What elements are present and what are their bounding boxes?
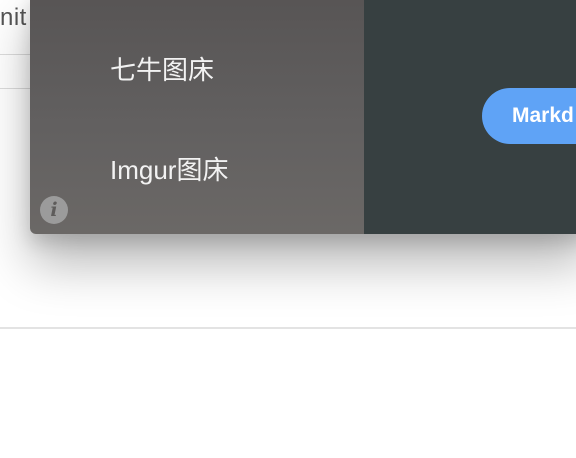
markdown-button[interactable]: Markd bbox=[482, 88, 576, 144]
sidebar-item-imgur[interactable]: Imgur图床 bbox=[110, 150, 228, 187]
image-host-settings-dialog: 七牛图床 Imgur图床 i Markd bbox=[30, 0, 576, 234]
background-divider-left bbox=[0, 54, 32, 55]
info-icon[interactable]: i bbox=[40, 196, 68, 224]
image-host-sidebar: 七牛图床 Imgur图床 i bbox=[30, 0, 364, 234]
background-partial-text: nit bbox=[0, 4, 27, 31]
settings-content-panel: Markd bbox=[364, 0, 576, 234]
sidebar-item-qiniu[interactable]: 七牛图床 bbox=[110, 50, 214, 87]
background-divider-bottom bbox=[0, 327, 576, 329]
page: nit 七牛图床 Imgur图床 i Markd bbox=[0, 0, 576, 458]
